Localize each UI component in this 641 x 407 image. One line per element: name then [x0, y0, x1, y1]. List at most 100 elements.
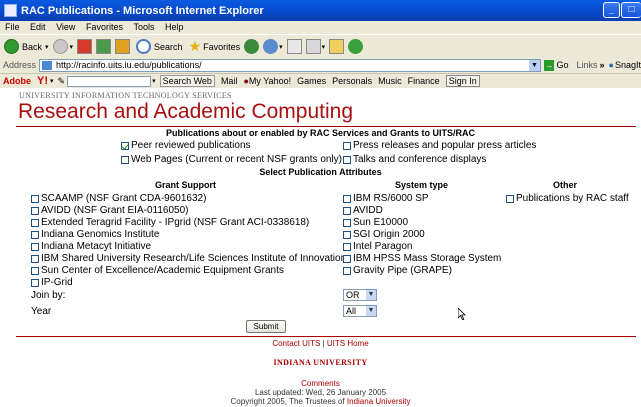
- chevron-down-icon: ▾: [321, 43, 326, 51]
- page-icon: [42, 60, 53, 70]
- media-icon: [244, 39, 260, 54]
- address-bar: Address http://racinfo.uits.iu.edu/publi…: [0, 57, 641, 74]
- system-ibm-rs6000[interactable]: IBM RS/6000 SP: [343, 193, 429, 204]
- mail-button[interactable]: [286, 39, 302, 54]
- go-arrow-icon[interactable]: →: [543, 59, 555, 71]
- attributes-heading: Select Publication Attributes: [259, 167, 382, 177]
- stop-button[interactable]: [77, 39, 93, 54]
- iu-link[interactable]: Indiana University: [347, 397, 411, 406]
- chevron-down-icon[interactable]: ▼: [528, 59, 540, 71]
- pubtype-peer-reviewed[interactable]: Peer reviewed publications: [121, 140, 251, 151]
- refresh-button[interactable]: [96, 39, 112, 54]
- address-url: http://racinfo.uits.iu.edu/publications/: [56, 59, 202, 70]
- join-by-select[interactable]: OR ▼: [343, 289, 377, 301]
- pencil-icon[interactable]: ✎: [58, 76, 66, 87]
- messenger-button[interactable]: [348, 39, 364, 54]
- window-titlebar: RAC Publications - Microsoft Internet Ex…: [0, 0, 641, 21]
- menu-edit[interactable]: Edit: [30, 22, 46, 32]
- chevron-down-icon[interactable]: ▼: [366, 306, 376, 316]
- pubtype-talks[interactable]: Talks and conference displays: [343, 154, 486, 165]
- page-title: Research and Academic Computing: [18, 100, 354, 123]
- sign-in-button[interactable]: Sign In: [445, 75, 480, 87]
- refresh-icon: [96, 39, 112, 54]
- uits-header: University Information Technology Servic…: [19, 91, 232, 100]
- back-button[interactable]: Back ▾: [4, 39, 49, 54]
- yahoo-logo[interactable]: Y!: [37, 75, 48, 87]
- grant-avidd[interactable]: AVIDD (NSF Grant EIA-0116050): [31, 205, 188, 216]
- grant-ip-grid[interactable]: IP-Grid: [31, 277, 73, 288]
- minimize-button[interactable]: _: [603, 2, 620, 18]
- grant-teragrid[interactable]: Extended Teragrid Facility - IPgrid (NSF…: [31, 217, 309, 228]
- history-button[interactable]: ▾: [263, 39, 283, 54]
- print-button[interactable]: ▾: [305, 39, 326, 54]
- chevron-right-icon[interactable]: »: [600, 60, 605, 70]
- media-button[interactable]: [244, 39, 260, 54]
- pubtype-web-pages[interactable]: Web Pages (Current or recent NSF grants …: [121, 154, 342, 165]
- page-content: University Information Technology Servic…: [0, 88, 641, 407]
- comments-link[interactable]: Comments: [301, 379, 340, 388]
- music-link[interactable]: Music: [378, 76, 402, 86]
- search-button[interactable]: Search: [136, 39, 183, 54]
- maximize-button[interactable]: □: [621, 2, 641, 18]
- folder-button[interactable]: [329, 39, 345, 54]
- checkbox[interactable]: [343, 155, 351, 164]
- snagit-button[interactable]: SnagIt: [615, 60, 641, 70]
- window-title: RAC Publications - Microsoft Internet Ex…: [21, 4, 264, 17]
- address-input[interactable]: http://racinfo.uits.iu.edu/publications/…: [39, 58, 541, 72]
- comments-line: Comments: [0, 379, 641, 388]
- yahoo-search-input[interactable]: [67, 75, 152, 87]
- system-sgi-origin[interactable]: SGI Origin 2000: [343, 229, 425, 240]
- personals-link[interactable]: Personals: [332, 76, 372, 86]
- other-heading: Other: [553, 180, 578, 190]
- history-icon: [263, 39, 279, 54]
- links-label[interactable]: Links: [577, 60, 598, 70]
- go-button[interactable]: Go: [556, 60, 568, 70]
- grant-support-heading: Grant Support: [155, 180, 216, 190]
- search-label: Search: [154, 41, 183, 52]
- search-web-button[interactable]: Search Web: [159, 75, 215, 87]
- games-link[interactable]: Games: [297, 76, 326, 86]
- finance-link[interactable]: Finance: [408, 76, 440, 86]
- grant-sun-coe[interactable]: Sun Center of Excellence/Academic Equipm…: [31, 265, 284, 276]
- print-icon: [305, 39, 321, 54]
- system-intel-paragon[interactable]: Intel Paragon: [343, 241, 413, 252]
- chevron-down-icon[interactable]: ▼: [366, 290, 376, 300]
- menu-file[interactable]: File: [5, 22, 20, 32]
- menu-favorites[interactable]: Favorites: [86, 22, 123, 32]
- menu-view[interactable]: View: [56, 22, 75, 32]
- chevron-down-icon: ▾: [45, 43, 49, 51]
- my-yahoo-link[interactable]: My Yahoo!: [249, 76, 291, 86]
- grant-ibm-sur[interactable]: IBM Shared University Research/Life Scie…: [31, 253, 346, 264]
- iu-wordmark[interactable]: Indiana University: [0, 358, 641, 367]
- contact-uits-link[interactable]: Contact UITS: [272, 339, 320, 348]
- favorites-button[interactable]: ★ Favorites: [189, 38, 241, 55]
- menu-bar: File Edit View Favorites Tools Help: [0, 21, 641, 34]
- chevron-down-icon[interactable]: ▾: [152, 77, 156, 85]
- system-type-heading: System type: [395, 180, 449, 190]
- home-button[interactable]: [115, 39, 131, 54]
- other-rac-staff[interactable]: Publications by RAC staff: [506, 193, 629, 204]
- favorites-label: Favorites: [203, 41, 241, 52]
- system-avidd[interactable]: AVIDD: [343, 205, 383, 216]
- uits-home-link[interactable]: UITS Home: [327, 339, 369, 348]
- mail-link[interactable]: Mail: [221, 76, 238, 86]
- ie-icon: [4, 4, 17, 17]
- checkbox[interactable]: [343, 141, 351, 150]
- pubtype-press[interactable]: Press releases and popular press article…: [343, 140, 536, 151]
- menu-tools[interactable]: Tools: [133, 22, 154, 32]
- grant-scaamp[interactable]: SCAAMP (NSF Grant CDA-9601632): [31, 193, 206, 204]
- submit-button[interactable]: Submit: [246, 320, 286, 333]
- system-grape[interactable]: Gravity Pipe (GRAPE): [343, 265, 452, 276]
- mouse-cursor-icon: [458, 308, 466, 320]
- menu-help[interactable]: Help: [165, 22, 184, 32]
- grant-metacyt[interactable]: Indiana Metacyt Initiative: [31, 241, 151, 252]
- system-ibm-hpss[interactable]: IBM HPSS Mass Storage System: [343, 253, 501, 264]
- grant-genomics[interactable]: Indiana Genomics Institute: [31, 229, 159, 240]
- adobe-button[interactable]: Adobe: [3, 76, 31, 86]
- checkbox[interactable]: [121, 155, 129, 164]
- forward-button[interactable]: ▾: [52, 39, 73, 54]
- system-sun-e10000[interactable]: Sun E10000: [343, 217, 408, 228]
- checkbox[interactable]: [121, 141, 129, 150]
- year-select[interactable]: All ▼: [343, 305, 377, 317]
- search-icon: [136, 39, 152, 54]
